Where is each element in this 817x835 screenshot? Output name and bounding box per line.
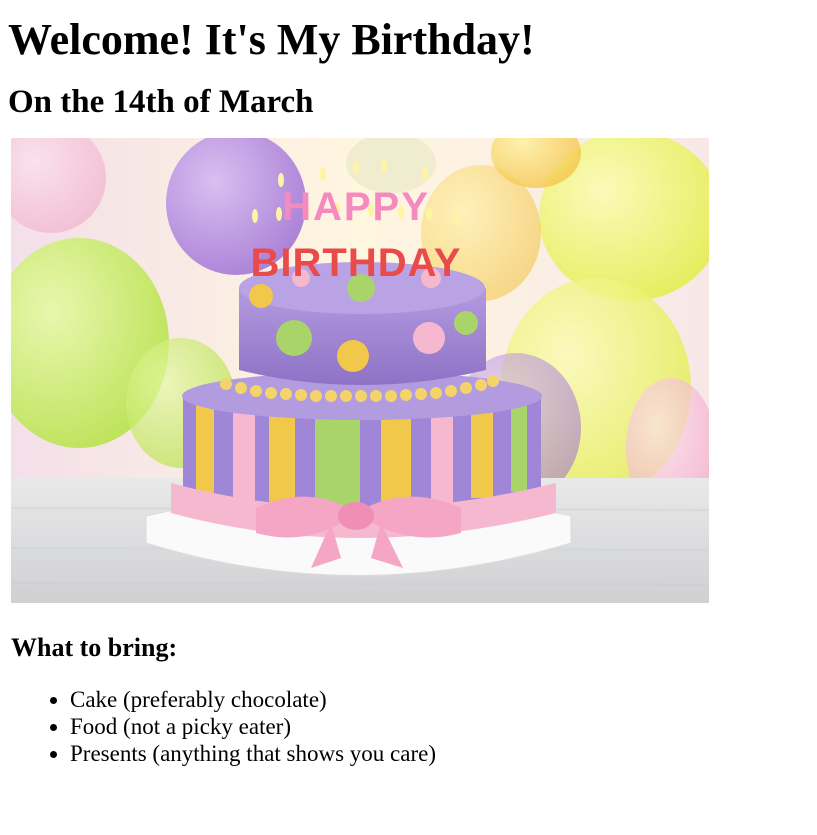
event-date: On the 14th of March bbox=[8, 84, 314, 120]
list-item: Cake (preferably chocolate) bbox=[70, 686, 809, 713]
candles-birthday-text: BIRTHDAY bbox=[251, 241, 462, 285]
list-item: Food (not a picky eater) bbox=[70, 713, 809, 740]
page-title: Welcome! It's My Birthday! bbox=[8, 15, 535, 64]
bring-list: Cake (preferably chocolate) Food (not a … bbox=[8, 686, 809, 767]
birthday-cake-image: HAPPY BIRTHDAY bbox=[11, 138, 709, 603]
page-content: Welcome! It's My Birthday! On the 14th o… bbox=[0, 0, 817, 767]
what-to-bring-heading: What to bring: bbox=[11, 633, 178, 662]
list-item: Presents (anything that shows you care) bbox=[70, 740, 809, 767]
candles-happy-text: HAPPY bbox=[282, 185, 430, 229]
